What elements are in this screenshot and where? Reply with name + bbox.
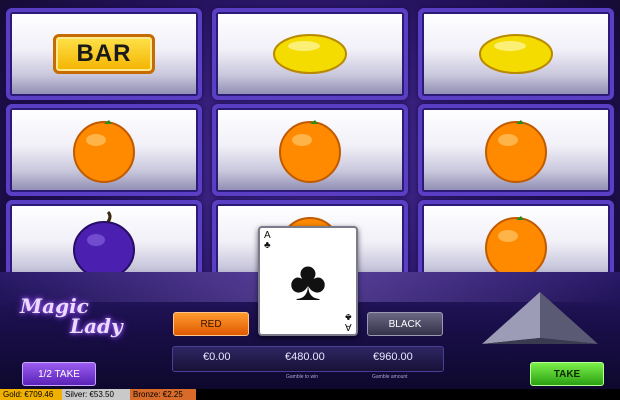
- card-suit-bottom: ♣: [345, 311, 352, 322]
- orange-icon: [279, 120, 341, 183]
- caption-gamble-amount: Gamble amount: [372, 374, 408, 380]
- black-button[interactable]: BLACK: [367, 312, 443, 336]
- take-button[interactable]: TAKE: [530, 362, 604, 386]
- card-rank-bottom: A: [345, 321, 352, 332]
- jackpot-status-bar: Gold: €709.46 Silver: €53.50 Bronze: €2.…: [0, 389, 620, 400]
- jackpot-bronze: Bronze: €2.25: [130, 389, 196, 400]
- lemon-icon: [273, 34, 347, 74]
- game-logo: Magic Lady: [16, 292, 146, 340]
- slot-machine-screen: BAR Magic Lady RED BLACK A ♣ ♣ A ♣ €0.00…: [0, 0, 620, 400]
- orange-icon: [73, 120, 135, 183]
- reel-cell-2-2: [212, 104, 408, 196]
- lemon-icon: [479, 34, 553, 74]
- pyramid-icon: [482, 292, 598, 344]
- logo-line-2: Lady: [70, 314, 123, 338]
- reel-cell-1-2: [212, 8, 408, 100]
- caption-gamble-to-win: Gamble to win: [286, 374, 318, 380]
- card-corner-top: A ♣: [264, 231, 271, 251]
- orange-icon: [485, 216, 547, 279]
- red-button[interactable]: RED: [173, 312, 249, 336]
- reel-cell-2-3: [418, 104, 614, 196]
- card-corner-bottom: A ♣: [345, 311, 352, 332]
- amount-current: €0.00: [203, 351, 231, 363]
- half-take-button[interactable]: 1/2 TAKE: [22, 362, 96, 386]
- bar-symbol: BAR: [53, 34, 155, 74]
- reel-cell-2-1: [6, 104, 202, 196]
- orange-icon: [485, 120, 547, 183]
- jackpot-silver: Silver: €53.50: [62, 389, 130, 400]
- amount-bar: €0.00 €480.00 €960.00: [172, 346, 444, 372]
- reel-cell-1-1: BAR: [6, 8, 202, 100]
- club-icon: ♣: [289, 249, 327, 312]
- amount-gamble-amount: €960.00: [373, 351, 413, 363]
- jackpot-gold: Gold: €709.46: [0, 389, 62, 400]
- gamble-card: A ♣ ♣ A ♣: [258, 226, 358, 336]
- reel-cell-1-3: [418, 8, 614, 100]
- card-suit-small: ♣: [264, 240, 271, 251]
- amount-gamble-to-win: €480.00: [285, 351, 325, 363]
